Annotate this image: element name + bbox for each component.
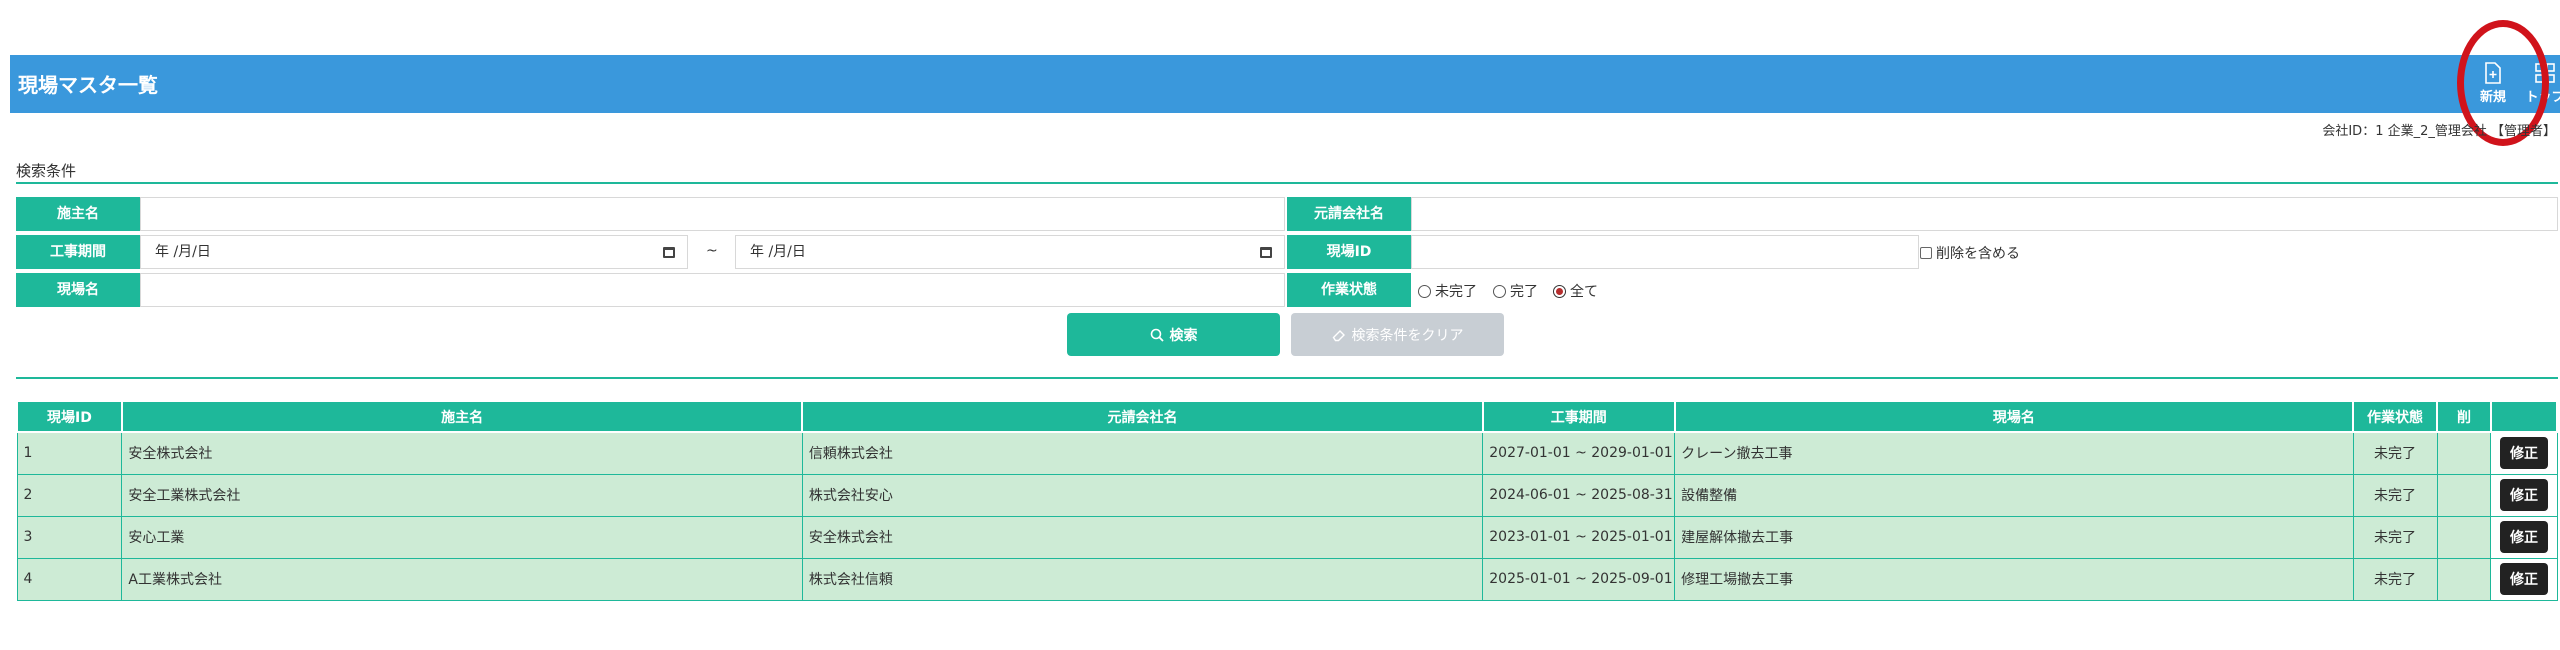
clear-button-label: 検索条件をクリア — [1351, 327, 1464, 344]
status-radio-incomplete[interactable]: 未完了 — [1418, 281, 1477, 301]
site-id-input[interactable] — [1411, 235, 1919, 269]
search-section-title: 検索条件 — [16, 162, 77, 180]
cell-edit: 修正 — [2490, 473, 2558, 517]
include-deleted-checkbox[interactable]: 削除を含める — [1920, 243, 2020, 263]
cell-site-id: 3 — [16, 515, 123, 559]
cell-site-name: 設備整備 — [1674, 473, 2354, 517]
table-row[interactable]: 4 A工業株式会社 株式会社信頼 2025-01-01 ~ 2025-09-01… — [16, 557, 2558, 601]
column-header-deleted[interactable]: 削 — [2436, 400, 2492, 433]
column-header-owner[interactable]: 施主名 — [120, 400, 804, 433]
cell-site-name: クレーン撤去工事 — [1674, 431, 2354, 475]
column-header-site-name[interactable]: 現場名 — [1673, 400, 2355, 433]
table-header-row: 現場ID 施主名 元請会社名 工事期間 現場名 作業状態 削 — [16, 400, 2559, 433]
search-button-label: 検索 — [1169, 327, 1198, 344]
period-label: 工事期間 — [16, 235, 140, 269]
cell-site-name: 建屋解体撤去工事 — [1674, 515, 2354, 559]
cell-period: 2024-06-01 ~ 2025-08-31 — [1482, 473, 1676, 517]
calendar-icon[interactable] — [1260, 247, 1272, 258]
cell-prime-contractor: 安全株式会社 — [801, 515, 1484, 559]
cell-deleted — [2436, 431, 2492, 475]
cell-owner: 安全工業株式会社 — [121, 473, 803, 517]
cell-period: 2023-01-01 ~ 2025-01-01 — [1482, 515, 1676, 559]
checkbox-box[interactable] — [1920, 247, 1932, 259]
top-button[interactable]: トップ — [2522, 60, 2560, 110]
cell-owner: A工業株式会社 — [121, 557, 803, 601]
cell-status: 未完了 — [2352, 431, 2438, 475]
cell-owner: 安心工業 — [121, 515, 803, 559]
work-status-label: 作業状態 — [1287, 273, 1411, 307]
cell-site-id: 2 — [16, 473, 123, 517]
search-icon — [1150, 328, 1164, 342]
status-option-label: 未完了 — [1435, 284, 1477, 300]
date-from-placeholder: 年 /月/日 — [155, 244, 211, 260]
status-option-label: 完了 — [1510, 284, 1538, 300]
grid-icon — [2535, 63, 2555, 83]
radio-button[interactable] — [1493, 284, 1506, 298]
search-button[interactable]: 検索 — [1067, 313, 1280, 356]
cell-prime-contractor: 信頼株式会社 — [801, 431, 1484, 475]
top-button-label: トップ — [2525, 90, 2560, 105]
cell-deleted — [2436, 473, 2492, 517]
cell-site-id: 4 — [16, 557, 123, 601]
cell-edit: 修正 — [2490, 431, 2558, 475]
section-divider — [16, 377, 2558, 379]
site-name-label: 現場名 — [16, 273, 140, 307]
date-to-placeholder: 年 /月/日 — [750, 244, 806, 260]
clear-conditions-button[interactable]: 検索条件をクリア — [1291, 313, 1504, 356]
site-id-label: 現場ID — [1287, 235, 1411, 269]
cell-site-id: 1 — [16, 431, 123, 475]
section-divider — [16, 182, 2558, 184]
cell-owner: 安全株式会社 — [121, 431, 803, 475]
column-header-prime-contractor[interactable]: 元請会社名 — [801, 400, 1484, 433]
cell-status: 未完了 — [2352, 515, 2438, 559]
radio-button-selected[interactable] — [1553, 284, 1566, 298]
page-header: 現場マスタ一覧 新規 トップ — [10, 55, 2560, 113]
column-header-actions — [2489, 400, 2559, 433]
prime-contractor-label: 元請会社名 — [1287, 197, 1411, 231]
company-info: 会社ID：1 企業_2_管理会社 【管理者】 — [2322, 124, 2556, 139]
status-option-label: 全て — [1570, 284, 1598, 300]
calendar-icon[interactable] — [663, 247, 675, 258]
cell-prime-contractor: 株式会社信頼 — [801, 557, 1484, 601]
new-button[interactable]: 新規 — [2470, 60, 2516, 110]
table-row[interactable]: 1 安全株式会社 信頼株式会社 2027-01-01 ~ 2029-01-01 … — [16, 431, 2558, 475]
edit-button[interactable]: 修正 — [2499, 563, 2548, 595]
new-document-icon — [2485, 62, 2501, 84]
cell-site-name: 修理工場撤去工事 — [1674, 557, 2354, 601]
owner-input[interactable] — [140, 197, 1285, 231]
date-to-input[interactable]: 年 /月/日 — [735, 235, 1285, 269]
edit-button[interactable]: 修正 — [2499, 521, 2548, 553]
site-list-table: 現場ID 施主名 元請会社名 工事期間 現場名 作業状態 削 1 安全株式会社 … — [16, 400, 2559, 601]
table-row[interactable]: 2 安全工業株式会社 株式会社安心 2024-06-01 ~ 2025-08-3… — [16, 473, 2558, 517]
include-deleted-label: 削除を含める — [1936, 246, 2020, 262]
cell-prime-contractor: 株式会社安心 — [801, 473, 1484, 517]
column-header-status[interactable]: 作業状態 — [2352, 400, 2439, 433]
cell-edit: 修正 — [2490, 557, 2558, 601]
date-from-input[interactable]: 年 /月/日 — [140, 235, 688, 269]
new-button-label: 新規 — [2479, 90, 2506, 105]
page-title: 現場マスタ一覧 — [18, 73, 158, 97]
table-row[interactable]: 3 安心工業 安全株式会社 2023-01-01 ~ 2025-01-01 建屋… — [16, 515, 2558, 559]
cell-deleted — [2436, 557, 2492, 601]
cell-deleted — [2436, 515, 2492, 559]
column-header-site-id[interactable]: 現場ID — [16, 400, 123, 433]
site-name-input[interactable] — [140, 273, 1285, 307]
prime-contractor-input[interactable] — [1411, 197, 2558, 231]
radio-button[interactable] — [1418, 284, 1431, 298]
cell-status: 未完了 — [2352, 557, 2438, 601]
date-range-separator: ~ — [706, 243, 718, 259]
eraser-icon — [1332, 329, 1345, 341]
cell-edit: 修正 — [2490, 515, 2558, 559]
edit-button[interactable]: 修正 — [2499, 437, 2548, 470]
cell-period: 2027-01-01 ~ 2029-01-01 — [1482, 431, 1676, 475]
status-radio-complete[interactable]: 完了 — [1493, 281, 1538, 301]
status-radio-all[interactable]: 全て — [1553, 281, 1598, 301]
column-header-period[interactable]: 工事期間 — [1481, 400, 1676, 433]
edit-button[interactable]: 修正 — [2499, 479, 2548, 511]
cell-period: 2025-01-01 ~ 2025-09-01 — [1482, 557, 1676, 601]
owner-label: 施主名 — [16, 197, 140, 231]
cell-status: 未完了 — [2352, 473, 2438, 517]
